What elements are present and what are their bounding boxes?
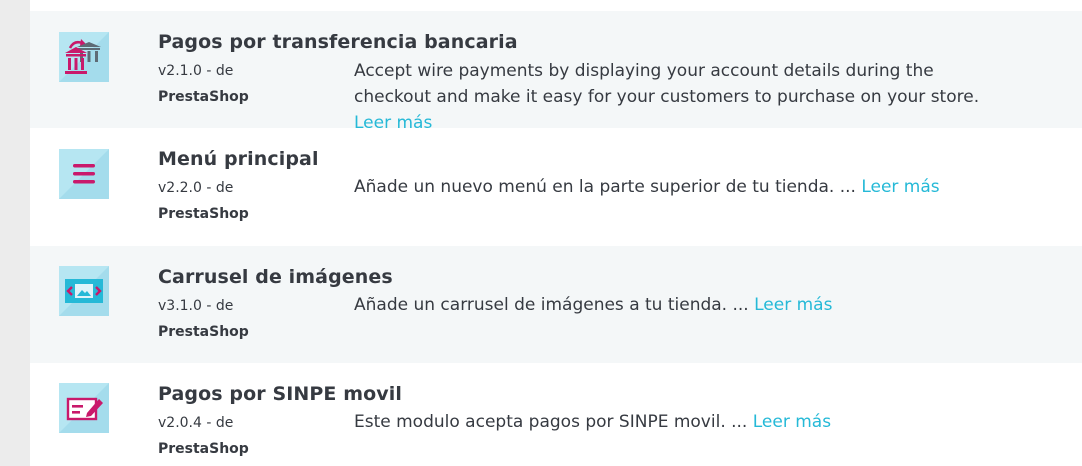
module-description: Accept wire payments by displaying your … xyxy=(354,58,1014,136)
module-title: Pagos por SINPE movil xyxy=(158,383,402,405)
module-description-text: Añade un carrusel de imágenes a tu tiend… xyxy=(354,295,749,315)
menu-icon xyxy=(59,149,109,199)
list-top-edge xyxy=(30,0,1082,11)
module-description: Añade un carrusel de imágenes a tu tiend… xyxy=(354,292,1014,318)
module-version: v3.1.0 - de xyxy=(158,298,234,314)
module-title: Pagos por transferencia bancaria xyxy=(158,31,518,53)
module-title: Carrusel de imágenes xyxy=(158,266,393,288)
module-version: v2.2.0 - de xyxy=(158,180,234,196)
bank-transfer-icon xyxy=(59,32,109,82)
module-author: PrestaShop xyxy=(158,89,249,105)
module-author: PrestaShop xyxy=(158,206,249,222)
module-list: Pagos por transferencia bancaria v2.1.0 … xyxy=(30,0,1082,466)
module-title: Menú principal xyxy=(158,148,319,170)
read-more-link[interactable]: Leer más xyxy=(754,295,832,315)
module-author: PrestaShop xyxy=(158,441,249,457)
module-author: PrestaShop xyxy=(158,324,249,340)
module-row-main-menu: Menú principal v2.2.0 - de PrestaShop Añ… xyxy=(30,128,1082,246)
module-description: Este modulo acepta pagos por SINPE movil… xyxy=(354,409,1014,435)
read-more-link[interactable]: Leer más xyxy=(753,412,831,432)
module-description-text: Añade un nuevo menú en la parte superior… xyxy=(354,177,856,197)
module-row-sinpe: Pagos por SINPE movil v2.0.4 - de Presta… xyxy=(30,363,1082,466)
module-row-bank-transfer: Pagos por transferencia bancaria v2.1.0 … xyxy=(30,11,1082,133)
module-version: v2.0.4 - de xyxy=(158,415,234,431)
payment-card-icon xyxy=(59,383,109,433)
module-row-image-slider: Carrusel de imágenes v3.1.0 - de PrestaS… xyxy=(30,246,1082,363)
module-version: v2.1.0 - de xyxy=(158,63,234,79)
image-slider-icon xyxy=(59,266,109,316)
module-description-text: Este modulo acepta pagos por SINPE movil… xyxy=(354,412,748,432)
read-more-link[interactable]: Leer más xyxy=(861,177,939,197)
module-description-text: Accept wire payments by displaying your … xyxy=(354,61,980,107)
module-description: Añade un nuevo menú en la parte superior… xyxy=(354,174,1014,200)
